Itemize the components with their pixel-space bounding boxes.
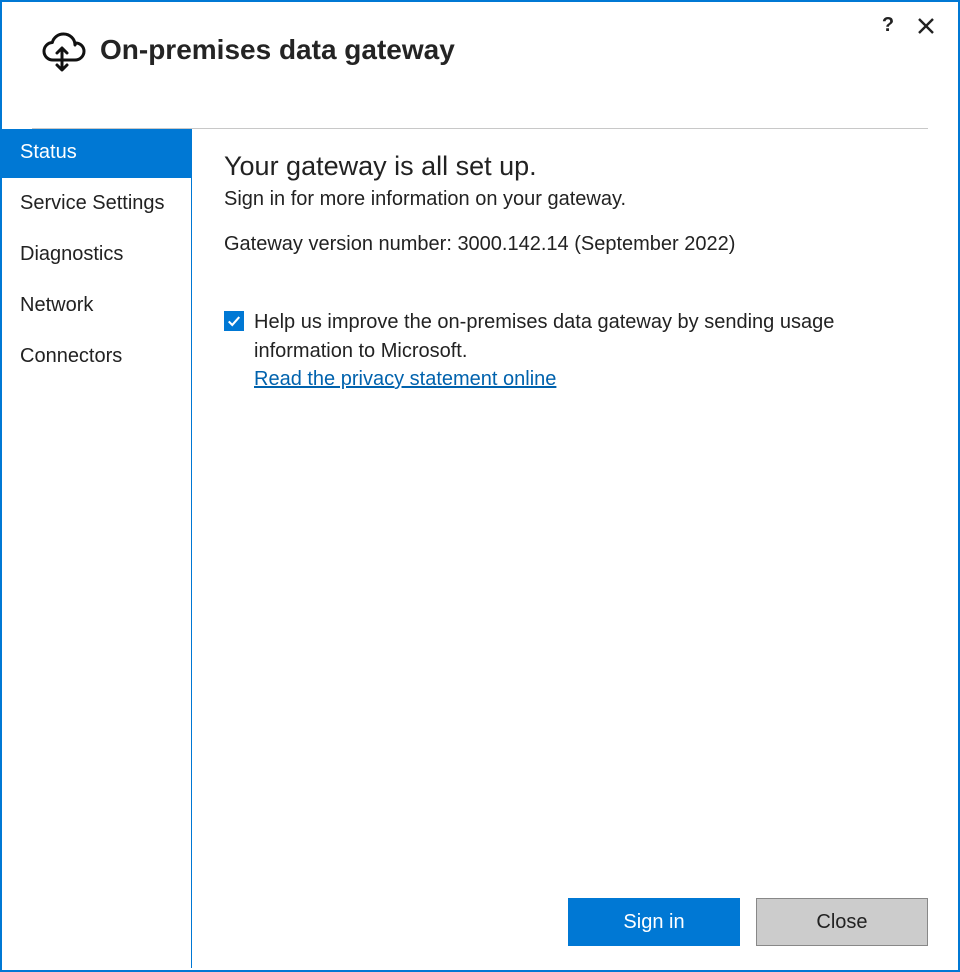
telemetry-label: Help us improve the on-premises data gat… <box>254 308 924 366</box>
sidebar-item-connectors[interactable]: Connectors <box>2 331 191 382</box>
telemetry-checkbox[interactable] <box>224 311 244 331</box>
telemetry-text-block: Help us improve the on-premises data gat… <box>254 308 924 391</box>
sidebar-item-label: Connectors <box>20 345 122 367</box>
close-window-button[interactable] <box>916 16 936 36</box>
version-text: Gateway version number: 3000.142.14 (Sep… <box>224 233 928 256</box>
sidebar-item-service-settings[interactable]: Service Settings <box>2 178 191 229</box>
cloud-gateway-icon <box>38 26 86 74</box>
help-icon: ? <box>882 15 894 35</box>
titlebar-actions: ? <box>878 16 936 36</box>
app-window: ? On-premises data gateway Status Servic… <box>0 0 960 972</box>
content-area: Your gateway is all set up. Sign in for … <box>192 129 958 970</box>
body: Status Service Settings Diagnostics Netw… <box>2 129 958 970</box>
sidebar-item-diagnostics[interactable]: Diagnostics <box>2 229 191 280</box>
privacy-link[interactable]: Read the privacy statement online <box>254 368 556 391</box>
sidebar-item-network[interactable]: Network <box>2 280 191 331</box>
checkmark-icon <box>227 314 241 328</box>
sidebar-item-label: Service Settings <box>20 192 165 214</box>
sidebar-item-label: Diagnostics <box>20 243 123 265</box>
help-button[interactable]: ? <box>878 16 898 36</box>
status-heading: Your gateway is all set up. <box>224 151 928 182</box>
status-subheading: Sign in for more information on your gat… <box>224 188 928 211</box>
app-title: On-premises data gateway <box>100 34 455 66</box>
sidebar: Status Service Settings Diagnostics Netw… <box>2 129 192 968</box>
titlebar: On-premises data gateway <box>2 2 958 92</box>
telemetry-row: Help us improve the on-premises data gat… <box>224 308 928 391</box>
sidebar-item-label: Status <box>20 141 77 163</box>
sign-in-button[interactable]: Sign in <box>568 898 740 946</box>
footer-buttons: Sign in Close <box>568 898 928 946</box>
sidebar-item-label: Network <box>20 294 93 316</box>
sidebar-item-status[interactable]: Status <box>2 129 191 178</box>
close-icon <box>918 18 934 34</box>
close-button[interactable]: Close <box>756 898 928 946</box>
